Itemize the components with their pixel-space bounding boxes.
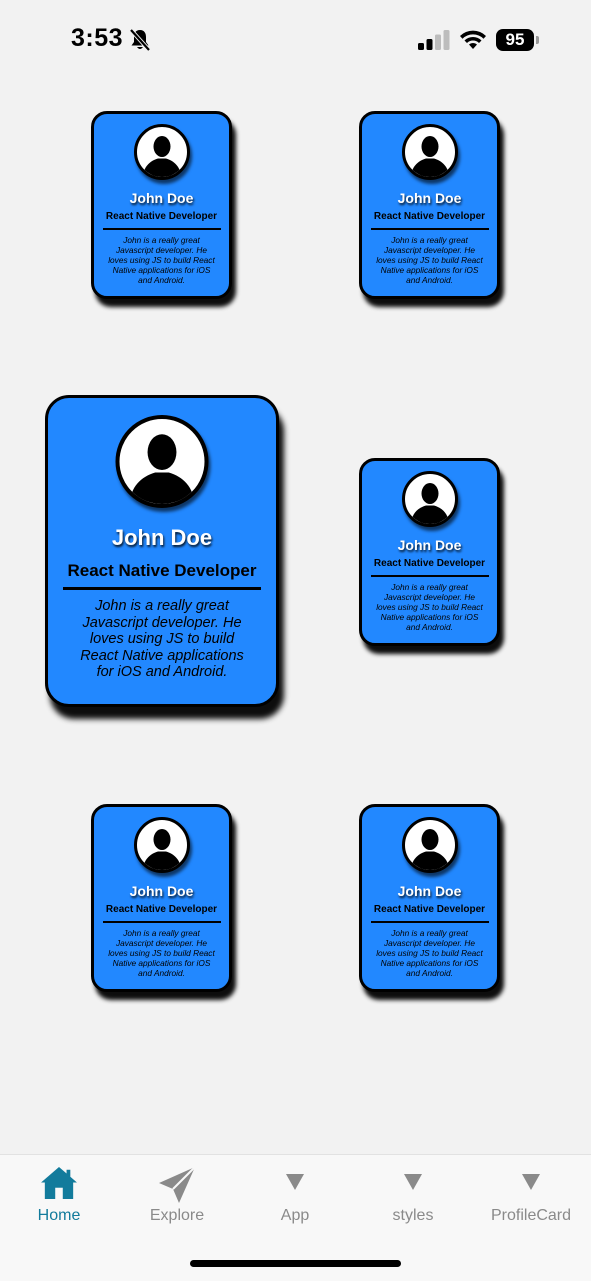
battery-indicator: 95 xyxy=(496,29,534,51)
divider xyxy=(370,921,489,923)
profile-name: John Doe xyxy=(397,537,462,553)
tab-app[interactable]: App xyxy=(236,1155,354,1245)
divider xyxy=(63,587,261,590)
tab-label: Explore xyxy=(149,1207,205,1224)
divider xyxy=(102,228,221,230)
avatar xyxy=(401,817,458,873)
battery-nub xyxy=(536,36,539,44)
profile-bio: John is a really great Javascript develo… xyxy=(376,235,483,285)
avatar xyxy=(133,817,190,873)
tab-styles[interactable]: styles xyxy=(354,1155,472,1245)
profile-name: John Doe xyxy=(129,190,194,206)
tab-explore[interactable]: Explore xyxy=(118,1155,236,1245)
tab-label: App xyxy=(280,1207,310,1224)
profile-card-large: John Doe React Native Developer John is … xyxy=(45,395,279,707)
person-silhouette-icon xyxy=(410,136,449,177)
avatar xyxy=(133,124,190,180)
triangle-down-icon xyxy=(286,1174,304,1190)
person-silhouette-icon xyxy=(410,829,449,870)
avatar xyxy=(401,471,458,527)
divider xyxy=(370,228,489,230)
home-indicator xyxy=(190,1260,401,1267)
person-silhouette-icon xyxy=(410,483,449,524)
profile-role: React Native Developer xyxy=(373,558,486,569)
tab-profilecard[interactable]: ProfileCard xyxy=(472,1155,590,1245)
triangle-down-icon xyxy=(522,1174,540,1190)
profile-role: React Native Developer xyxy=(105,904,218,915)
profile-card: John Doe React Native Developer John is … xyxy=(359,111,500,299)
person-silhouette-icon xyxy=(129,434,195,504)
profile-card: John Doe React Native Developer John is … xyxy=(91,111,232,299)
profile-bio: John is a really great Javascript develo… xyxy=(108,235,215,285)
profile-role: React Native Developer xyxy=(373,211,486,222)
profile-bio: John is a really great Javascript develo… xyxy=(376,582,483,632)
tab-label: Home xyxy=(37,1207,81,1224)
person-silhouette-icon xyxy=(142,136,181,177)
signal-icon xyxy=(418,30,450,50)
profile-bio: John is a really great Javascript develo… xyxy=(108,928,215,978)
profile-role: React Native Developer xyxy=(67,561,257,580)
profile-bio: John is a really great Javascript develo… xyxy=(80,598,244,681)
status-time: 3:53 xyxy=(71,24,124,52)
profile-card: John Doe React Native Developer John is … xyxy=(359,458,500,646)
divider xyxy=(370,575,489,577)
tab-label: ProfileCard xyxy=(490,1207,572,1224)
profile-name: John Doe xyxy=(397,883,462,899)
tab-label: styles xyxy=(392,1207,434,1224)
bell-muted-icon xyxy=(129,28,151,52)
avatar xyxy=(115,415,209,508)
profile-card: John Doe React Native Developer John is … xyxy=(359,804,500,992)
divider xyxy=(102,921,221,923)
profile-bio: John is a really great Javascript develo… xyxy=(376,928,483,978)
wifi-icon xyxy=(460,30,486,49)
status-bar: 3:53 95 xyxy=(0,0,591,80)
profile-name: John Doe xyxy=(397,190,462,206)
profile-card: John Doe React Native Developer John is … xyxy=(91,804,232,992)
profile-role: React Native Developer xyxy=(105,211,218,222)
triangle-down-icon xyxy=(404,1174,422,1190)
profile-name: John Doe xyxy=(111,525,213,550)
tab-home[interactable]: Home xyxy=(0,1155,118,1245)
profile-name: John Doe xyxy=(129,883,194,899)
avatar xyxy=(401,124,458,180)
person-silhouette-icon xyxy=(142,829,181,870)
paper-plane-icon xyxy=(159,1166,196,1203)
profile-role: React Native Developer xyxy=(373,904,486,915)
home-icon xyxy=(41,1166,77,1200)
